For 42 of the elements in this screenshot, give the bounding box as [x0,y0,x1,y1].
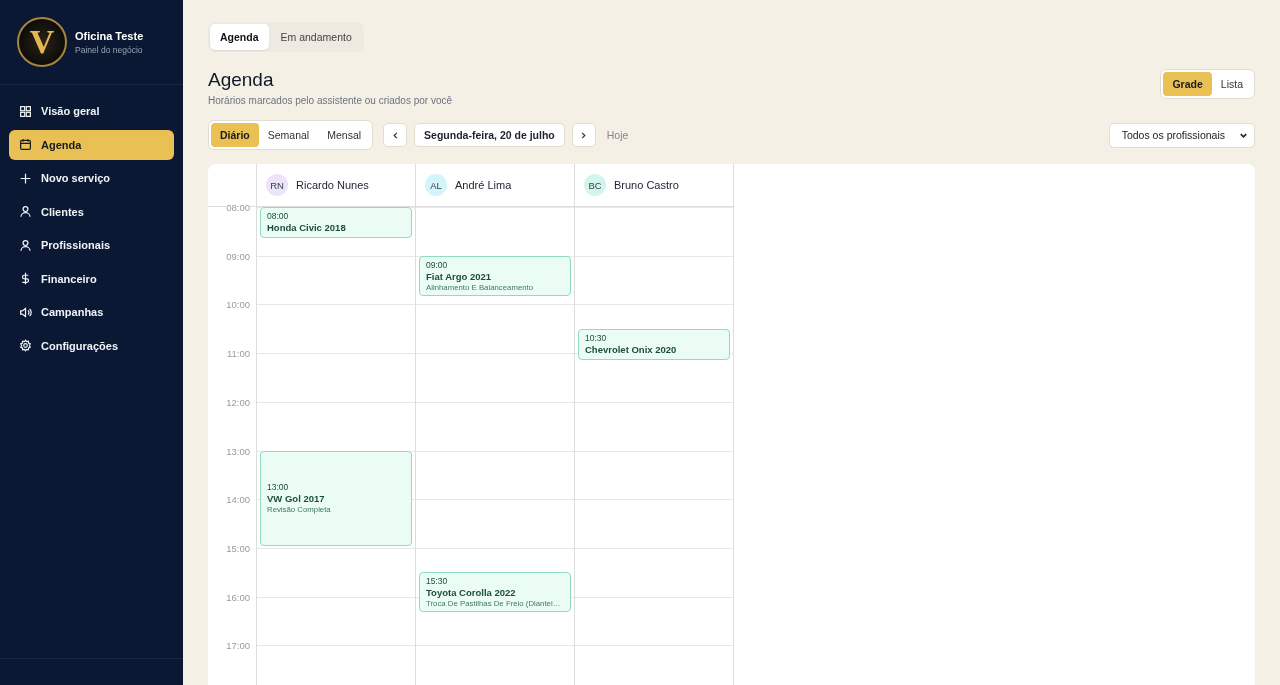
calendar-icon [19,138,32,151]
plus-icon [19,171,32,185]
grid-icon [19,104,32,118]
period-button[interactable]: Semanal [258,123,319,147]
nav-item[interactable]: Configurações [9,330,174,361]
nav-item[interactable]: Agenda [9,129,174,160]
logo: V [17,17,67,67]
date-button[interactable]: Segunda-feira, 20 de julho [414,123,565,147]
previous-button[interactable] [383,123,408,147]
view-toggle-button[interactable]: Lista [1211,72,1252,96]
page-title: Agenda [208,69,275,91]
business-subtitle: Painel do negócio [75,44,144,55]
nav-item[interactable]: Campanhas [9,297,174,327]
avatar: AL [425,174,447,196]
chevron-right-icon [579,130,589,140]
speaker-icon [19,305,32,319]
period-button[interactable]: Mensal [318,123,371,147]
nav-item[interactable]: Novo serviço [9,163,174,193]
professional-select[interactable]: Todos os profissionais [1108,122,1255,148]
period-button[interactable]: Diário [211,123,259,147]
nav-item[interactable]: Profissionais [9,230,174,260]
person-icon [19,238,32,252]
appointment-card[interactable]: 08:00 Honda Civic 2018 [260,207,412,238]
professional-name: André Lima [455,179,512,191]
nav-item[interactable]: Visão geral [9,96,174,126]
business-name: Oficina Teste [75,29,144,42]
appointment-card[interactable]: 10:30 Chevrolet Onix 2020 [578,328,730,360]
settings-icon [19,339,32,352]
view-toggle-button[interactable]: Grade [1163,72,1212,96]
nav-item[interactable]: Financeiro [9,263,174,294]
tab[interactable]: Em andamento [270,24,362,50]
next-button[interactable] [571,123,596,147]
dollar-icon [19,272,32,285]
chevron-left-icon [390,130,400,140]
avatar: RN [266,174,288,196]
professional-name: Ricardo Nunes [296,179,369,191]
page-subtitle: Horários marcados pelo assistente ou criados por você [208,95,452,106]
nav-item[interactable]: Clientes [9,196,174,227]
avatar: BC [584,174,606,196]
tab[interactable]: Agenda [210,24,269,50]
person-icon [19,205,32,218]
professional-name: Bruno Castro [614,179,679,191]
